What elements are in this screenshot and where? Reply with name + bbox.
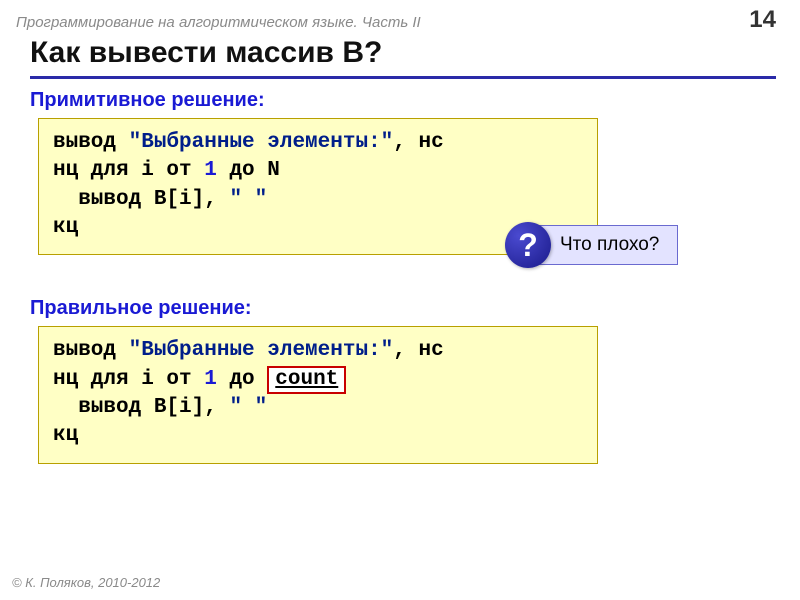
code-token: до — [217, 159, 267, 182]
code-token: вывод B[i], — [53, 396, 229, 419]
code-string: "Выбранные элементы:" — [129, 339, 394, 362]
code-string: " " — [229, 396, 267, 419]
code-token: вывод B[i], — [53, 188, 229, 211]
code-string: "Выбранные элементы:" — [129, 131, 394, 154]
code-token: , нс — [393, 339, 443, 362]
count-highlight: count — [267, 366, 346, 394]
slide-header: Программирование на алгоритмическом язык… — [0, 0, 800, 36]
question-mark-icon: ? — [505, 222, 551, 268]
code-token: нц для i от — [53, 159, 204, 182]
code-token: , нс — [393, 131, 443, 154]
code-token: до — [217, 368, 267, 391]
code-var: N — [267, 159, 280, 182]
slide-title: Как вывести массив B? — [0, 36, 800, 76]
code-token: кц — [53, 216, 78, 239]
section2-label: Правильное решение: — [30, 297, 776, 320]
code-token: вывод — [53, 339, 129, 362]
hint-text: Что плохо? — [529, 225, 678, 265]
code-token: нц для i от — [53, 368, 204, 391]
code-block-correct: вывод "Выбранные элементы:", нс нц для i… — [38, 326, 598, 463]
section1-label: Примитивное решение: — [30, 89, 776, 112]
code-number: 1 — [204, 159, 217, 182]
code-token: вывод — [53, 131, 129, 154]
code-string: " " — [229, 188, 267, 211]
title-underline — [30, 76, 776, 79]
copyright: © К. Поляков, 2010-2012 — [12, 575, 160, 590]
code-token: кц — [53, 424, 78, 447]
code-number: 1 — [204, 368, 217, 391]
course-title: Программирование на алгоритмическом язык… — [16, 14, 421, 31]
page-number: 14 — [749, 6, 776, 34]
hint-callout: ? Что плохо? — [505, 222, 678, 268]
